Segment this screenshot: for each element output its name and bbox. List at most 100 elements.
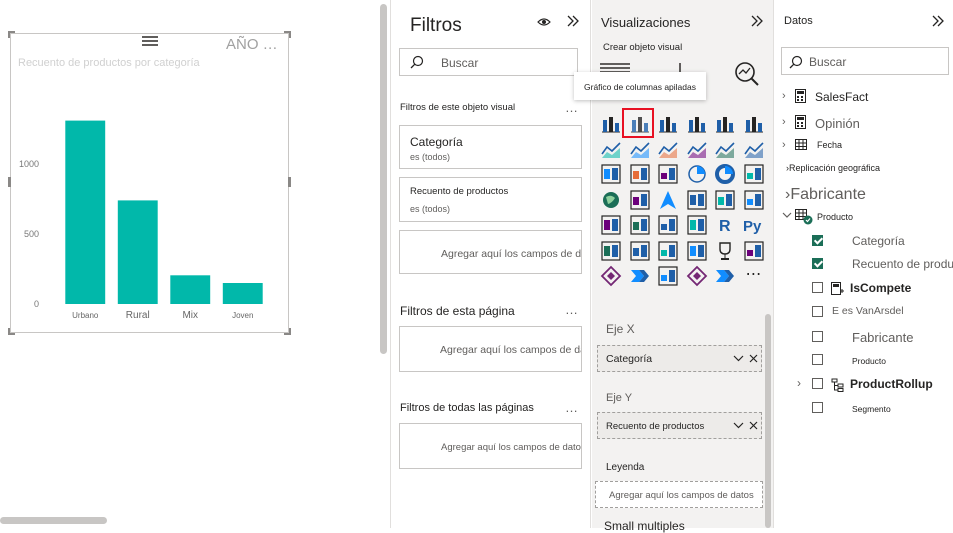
x-axis-well-label: Eje X (606, 322, 635, 336)
resize-handle[interactable] (8, 31, 15, 38)
kpi-icon[interactable] (600, 214, 622, 236)
chevrons-icon[interactable] (714, 265, 736, 287)
qa-icon[interactable] (657, 240, 679, 262)
power-automate-icon[interactable] (629, 265, 651, 287)
drop-zone-all-pages[interactable]: Agregar aquí los campos de datos (399, 423, 582, 469)
vertical-scrollbar[interactable] (380, 4, 387, 354)
more-options-icon[interactable]: … (565, 302, 579, 317)
vertical-scrollbar[interactable] (765, 314, 771, 528)
clustered-bar-icon[interactable] (657, 112, 679, 134)
field-checkbox[interactable] (812, 235, 823, 246)
map-icon[interactable] (600, 189, 622, 211)
clustered-column-icon[interactable] (686, 112, 708, 134)
paginated-report-icon[interactable] (743, 240, 765, 262)
stacked-area-icon[interactable] (657, 138, 679, 160)
y-axis-field-pill[interactable]: Recuento de productos (597, 412, 762, 439)
bar-joven[interactable] (222, 283, 263, 304)
key-influencers-icon[interactable] (600, 240, 622, 262)
close-icon[interactable] (749, 421, 758, 430)
field-row[interactable]: Recuento de productos (774, 257, 953, 278)
report-canvas[interactable]: AÑO … Recuento de productos por categorí… (0, 0, 390, 528)
r-visual-icon[interactable]: R (714, 214, 736, 236)
field-row[interactable]: IsCompete (774, 281, 953, 302)
filters-search-input[interactable]: Buscar (399, 48, 578, 76)
chevron-down-icon[interactable] (733, 355, 744, 362)
chevron-down-icon[interactable] (733, 422, 744, 429)
field-row[interactable]: Categoría (774, 234, 953, 255)
field-checkbox[interactable] (812, 306, 823, 317)
matrix-icon[interactable] (686, 214, 708, 236)
decomposition-tree-icon[interactable] (629, 240, 651, 262)
resize-handle[interactable] (284, 31, 291, 38)
x-tick-label: Urbano (72, 311, 99, 320)
resize-handle[interactable] (284, 328, 291, 335)
more-visuals-icon[interactable]: ⋯ (743, 265, 765, 287)
line-chart-icon[interactable] (600, 138, 622, 160)
donut-icon[interactable] (714, 163, 736, 185)
collapse-pane-icon[interactable] (751, 15, 764, 27)
filter-card-categoria[interactable]: Categoría es (todos) (399, 125, 582, 169)
ribbon-chart-icon[interactable] (743, 138, 765, 160)
diamond-icon[interactable] (686, 265, 708, 287)
more-options-icon[interactable]: … (565, 100, 579, 115)
field-name: Recuento de productos (852, 257, 953, 271)
x-axis-field-pill[interactable]: Categoría (597, 345, 762, 372)
pie-icon[interactable] (686, 163, 708, 185)
bar-rural[interactable] (117, 200, 158, 304)
close-icon[interactable] (749, 354, 758, 363)
drag-handle-icon[interactable] (142, 34, 158, 46)
goals-icon[interactable] (657, 265, 679, 287)
drop-zone-page[interactable]: Agregar aquí los campos de datos (399, 326, 582, 372)
line-clustered-column-icon[interactable] (714, 138, 736, 160)
visual-header-label: AÑO … (226, 36, 278, 53)
field-checkbox[interactable] (812, 402, 823, 413)
card-icon[interactable] (714, 189, 736, 211)
small-multiples-label: Small multiples (604, 519, 685, 533)
scatter-icon[interactable] (657, 163, 679, 185)
field-row[interactable]: › ProductRollup (774, 376, 953, 398)
chevron-right-icon[interactable]: › (797, 376, 801, 390)
drop-zone-text: Agregar aquí los campos de datos (441, 248, 582, 260)
field-checkbox[interactable] (812, 378, 823, 389)
field-row[interactable]: Fabricante (774, 330, 953, 351)
resize-handle[interactable] (8, 328, 15, 335)
100-stacked-column-icon[interactable] (743, 112, 765, 134)
stacked-bar-icon[interactable] (600, 112, 622, 134)
python-visual-icon[interactable]: Py (743, 214, 765, 236)
field-checkbox[interactable] (812, 258, 823, 269)
filled-map-icon[interactable] (629, 189, 651, 211)
gauge-icon[interactable] (686, 189, 708, 211)
eye-icon[interactable] (537, 17, 551, 27)
slicer-icon[interactable] (629, 214, 651, 236)
field-row[interactable]: Producto (774, 354, 953, 374)
field-checkbox[interactable] (812, 354, 823, 365)
trophy-icon[interactable] (714, 240, 736, 262)
power-apps-icon[interactable] (600, 265, 622, 287)
analytics-icon[interactable] (734, 61, 760, 87)
bar-chart-visual[interactable]: AÑO … Recuento de productos por categorí… (8, 31, 291, 335)
filter-card-recuento[interactable]: Recuento de productos es (todos) (399, 177, 582, 222)
more-options-icon[interactable]: … (565, 400, 579, 415)
waterfall-icon[interactable] (600, 163, 622, 185)
collapse-pane-icon[interactable] (567, 15, 580, 27)
table-visual-icon[interactable] (657, 214, 679, 236)
horizontal-scrollbar[interactable] (0, 517, 107, 524)
smart-narrative-icon[interactable] (686, 240, 708, 262)
100-stacked-bar-icon[interactable] (714, 112, 736, 134)
visual-fields-section: Eje X Categoría Eje Y Recuento de produc… (592, 314, 773, 533)
funnel-icon[interactable] (629, 163, 651, 185)
line-column-icon[interactable] (686, 138, 708, 160)
drop-zone-visual[interactable]: Agregar aquí los campos de datos (399, 230, 582, 274)
legend-drop-zone[interactable]: Agregar aquí los campos de datos (595, 481, 763, 508)
field-row[interactable]: Segmento (774, 402, 953, 422)
multi-row-card-icon[interactable] (743, 189, 765, 211)
field-checkbox[interactable] (812, 282, 823, 293)
azure-map-icon[interactable] (657, 189, 679, 211)
treemap-icon[interactable] (743, 163, 765, 185)
bar-urbano[interactable] (65, 120, 106, 304)
field-checkbox[interactable] (812, 331, 823, 342)
y-axis-well-label: Eje Y (606, 392, 633, 404)
area-chart-icon[interactable] (629, 138, 651, 160)
field-row[interactable]: E es VanArsdel (774, 305, 953, 326)
bar-mix[interactable] (170, 275, 211, 304)
